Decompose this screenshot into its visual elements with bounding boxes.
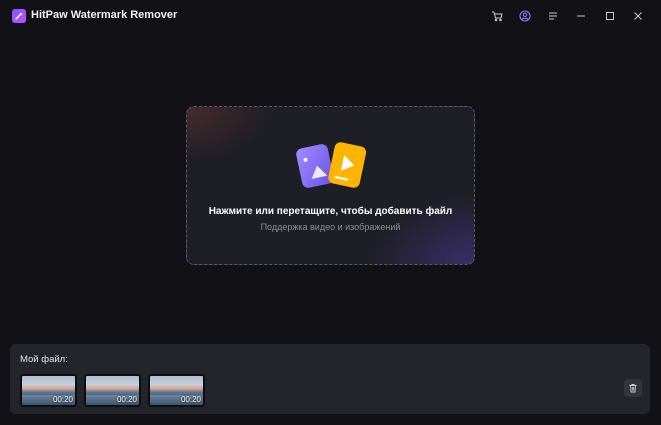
file-thumbnail[interactable]: 00:20 [84,374,141,407]
drop-zone-subtitle: Поддержка видео и изображений [260,222,401,232]
close-icon [634,12,642,20]
maximize-icon [606,12,614,20]
my-files-panel: Мой файл: 00:20 00:20 00:20 [10,344,650,414]
my-files-label: Мой файл: [20,354,68,365]
cart-button[interactable] [488,7,506,25]
app-logo-icon [12,9,26,23]
menu-button[interactable] [544,7,562,25]
menu-icon [549,12,557,20]
maximize-button[interactable] [601,7,619,25]
video-duration: 00:20 [180,395,201,404]
account-button[interactable] [516,7,534,25]
app-title: HitPaw Watermark Remover [31,9,178,21]
delete-all-button[interactable] [624,379,642,397]
drop-zone-title: Нажмите или перетащите, чтобы добавить ф… [208,206,453,217]
file-thumbnail[interactable]: 00:20 [20,374,77,407]
video-duration: 00:20 [52,395,73,404]
close-button[interactable] [629,7,647,25]
video-duration: 00:20 [116,395,137,404]
cart-icon [492,11,503,22]
user-circle-icon [519,10,531,22]
minimize-button[interactable] [572,7,590,25]
file-thumbnail[interactable]: 00:20 [148,374,205,407]
minimize-icon [577,15,585,17]
file-drop-zone[interactable]: Нажмите или перетащите, чтобы добавить ф… [186,106,475,265]
title-bar: HitPaw Watermark Remover [0,0,661,32]
video-image-files-icon [296,142,367,188]
trash-icon [629,384,637,393]
